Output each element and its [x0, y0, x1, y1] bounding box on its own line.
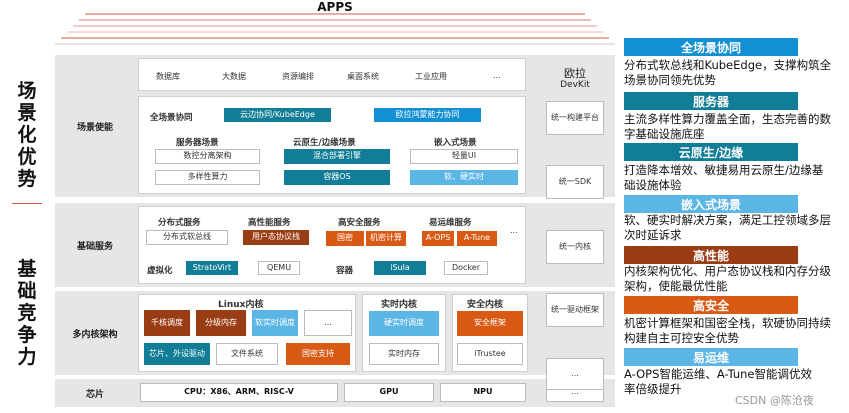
kubeedge-box: 云边协同/KubeEdge	[224, 108, 331, 122]
security-kernel-item-1: iTrustee	[457, 343, 523, 365]
app-more: ...	[493, 71, 501, 80]
side-divider	[12, 203, 42, 204]
app-desktop: 桌面系统	[347, 72, 379, 81]
devkit-item-1: 统一SDK	[546, 165, 604, 199]
linux-item-4: 芯片、外设驱动	[144, 343, 210, 365]
app-industrial: 工业应用	[415, 72, 447, 81]
adv-desc-5: 机密计算框架和国密全栈，软硬协同持续构建自主可控安全优势	[624, 316, 831, 345]
adv-head-4: 高性能	[624, 246, 798, 264]
cloud-item-0: 混合部署引擎	[284, 149, 390, 164]
linux-item-0: 千核调度	[144, 310, 190, 336]
base-layer-label: 基础服务	[76, 241, 113, 252]
distributed-item-0: 分布式软总线	[146, 230, 228, 245]
adv-head-2: 云原生/边缘	[624, 143, 798, 161]
watermark: CSDN @陈沧夜	[735, 394, 814, 407]
devkit-item-3: 统一驱动框架	[546, 293, 604, 327]
adv-head-6: 易运维	[624, 348, 798, 366]
embedded-item-0: 轻量UI	[410, 149, 518, 164]
chip-layer-label: 芯片	[85, 389, 104, 400]
cloud-item-1: 容器OS	[284, 170, 390, 185]
linux-item-5: 文件系统	[216, 343, 278, 365]
realtime-label: 实时内核	[381, 300, 418, 310]
security-kernel-item-0: 安全框架	[457, 311, 523, 336]
realtime-item-1: 实时内存	[369, 343, 439, 365]
full-scene-label: 全场景协同	[150, 113, 193, 123]
virt-label: 虚拟化	[147, 266, 173, 276]
chip-cpu: CPU：X86、ARM、RISC-V	[140, 383, 338, 402]
adv-desc-4: 内核架构优化、用户态协议栈和内存分级架构，使能最优性能	[624, 264, 831, 293]
container-label: 容器	[336, 266, 354, 276]
container-item-1: Docker	[444, 261, 488, 275]
security-label: 高安全服务	[338, 218, 381, 228]
distributed-label: 分布式服务	[158, 218, 201, 228]
linux-item-2: 软实时调度	[252, 310, 298, 336]
virt-item-0: StratoVirt	[186, 261, 238, 275]
server-scene-label: 服务器场景	[176, 138, 219, 148]
app-bigdata: 大数据	[222, 72, 246, 81]
devkit-item-0: 统一构建平台	[546, 101, 604, 135]
cloud-scene-label: 云原生/边缘场景	[293, 138, 356, 148]
adv-desc-0: 分布式软总线和KubeEdge，支撑构筑全场景协同领先优势	[624, 58, 832, 87]
realtime-item-0: 硬实时调度	[369, 311, 439, 336]
base-more: ...	[510, 226, 518, 235]
container-item-0: iSula	[374, 261, 426, 275]
devkit-item-4: ...	[546, 358, 604, 390]
adv-head-0: 全场景协同	[624, 38, 798, 56]
side-title-scene: 场景化优势	[17, 80, 37, 190]
perf-label: 高性能服务	[248, 218, 291, 228]
adv-head-5: 高安全	[624, 296, 798, 314]
scene-layer-label: 场景使能	[76, 122, 113, 133]
app-orchestration: 资源编排	[282, 72, 314, 81]
devkit-subtitle: DevKit	[560, 80, 590, 90]
security-item-1: 机密计算	[366, 231, 406, 246]
devkit-title: 欧拉	[564, 67, 586, 80]
apps-title: APPS	[317, 0, 353, 14]
adv-desc-1: 主流多样性算力覆盖全面，生态完善的数字基础设施底座	[624, 112, 831, 141]
adv-head-3: 嵌入式场景	[624, 195, 798, 213]
linux-item-3: ...	[304, 310, 352, 336]
harmony-collab-box: 欧拉鸿蒙能力协同	[374, 108, 481, 122]
adv-desc-2: 打造降本增效、敏捷易用云原生/边缘基础设施体验	[624, 163, 824, 192]
ops-label: 易运维服务	[429, 218, 472, 228]
linux-item-6: 国密支持	[286, 343, 350, 365]
perf-item-0: 用户态协议栈	[243, 230, 309, 245]
embedded-item-1: 软、硬实时	[410, 170, 518, 185]
apps-row	[138, 58, 526, 91]
apps-header: APPS	[55, 0, 615, 48]
chip-npu: NPU	[440, 383, 526, 402]
embedded-scene-label: 嵌入式场景	[434, 138, 477, 148]
linux-item-1: 分级内存	[196, 310, 246, 336]
ops-item-0: A-OPS	[422, 231, 454, 246]
side-title-base: 基础竞争力	[17, 258, 37, 368]
devkit-item-2: 统一内核	[546, 230, 604, 264]
server-item-1: 多样性算力	[155, 170, 260, 185]
kernel-layer-label: 多内核架构	[72, 329, 118, 340]
virt-item-1: QEMU	[258, 261, 300, 275]
adv-head-1: 服务器	[624, 92, 798, 110]
app-database: 数据库	[156, 72, 180, 81]
adv-desc-3: 软、硬实时解决方案，满足工控领域多层次时延诉求	[624, 213, 831, 242]
ops-item-1: A-Tune	[457, 231, 497, 246]
linux-label: Linux内核	[218, 300, 264, 310]
security-kernel-label: 安全内核	[467, 300, 504, 310]
chip-gpu: GPU	[344, 383, 434, 402]
security-item-0: 国密	[326, 231, 364, 246]
server-item-0: 数控分离架构	[155, 149, 260, 164]
